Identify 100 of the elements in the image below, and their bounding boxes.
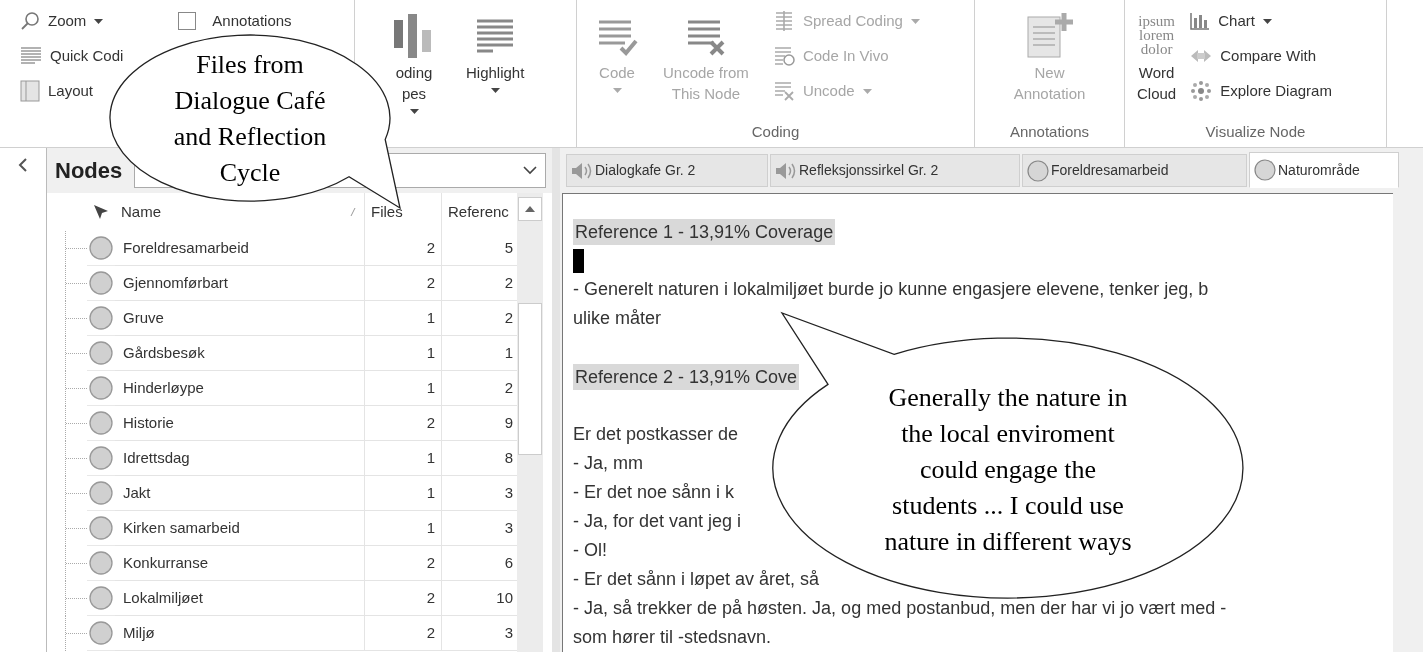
ribbon-button[interactable]: Layout [20,80,94,102]
table-cell-text: 2 [504,272,513,293]
ribbon-button[interactable]: Highlight [466,10,525,121]
group-label: Annotations [1008,122,1091,142]
node-circle-icon [89,446,113,470]
ribbon-button[interactable]: ipsum lorem dolor Word Cloud [1137,10,1177,121]
lines-icon [477,19,514,53]
transcript-line: - Ol! [573,539,607,562]
word-cloud-icon: ipsum lorem dolor [1138,10,1175,62]
node-circle-icon [89,551,113,575]
table-cell-text: 10 [496,587,513,608]
node-circle-icon [1254,159,1276,181]
table-cell-text: Historie [123,412,174,433]
table-cell-text: 2 [426,412,435,433]
callout-text: Files from Dialogue Café and Reflection Cycle [173,49,327,189]
table-cell-text: Jakt [123,482,151,503]
lines-icon [20,46,42,66]
node-circle-icon [89,516,113,540]
ribbon-button[interactable]: Quick Codi [20,45,124,67]
table-cell-text: 1 [426,447,435,468]
document-tab[interactable]: Dialogkafe Gr. 2 [566,154,768,187]
checkbox[interactable] [178,12,197,30]
document-tab[interactable]: Naturområde [1249,152,1399,188]
ribbon-button[interactable]: Compare With [1190,45,1317,67]
table-cell-text: 2 [426,237,435,258]
table-cell-text: 2 [426,272,435,293]
transcript-line: - Generelt naturen i lokalmiljøet burde jo kunne engasjere elevene, tenker jeg, b [573,278,1209,301]
table-cell-text: Hinderløype [123,377,204,398]
ribbon-button[interactable]: oding pes [390,10,438,121]
table-cell-text: 1 [426,377,435,398]
cross-lines-icon [772,81,795,101]
table-cell-text: Gjennomførbart [123,272,229,293]
table-cell-text: Idrettsdag [123,447,190,468]
transcript-line: - Er det sånn i løpet av året, så [573,568,820,591]
dots-cluster-icon [1190,80,1213,102]
table-cell-text: 1 [426,482,435,503]
pin-icon[interactable] [92,203,110,221]
table-cell-text: Kirken samarbeid [123,517,240,538]
table-cell-text: 3 [504,482,513,503]
table-cell-text: 8 [504,447,513,468]
table-cell-text: 2 [426,587,435,608]
speaker-icon [775,161,797,180]
node-circle-icon [89,341,113,365]
scroll-thumb[interactable] [518,303,542,455]
up-arrow-icon [525,206,535,212]
table-cell-text: 3 [504,517,513,538]
table-cell-text: Gårdsbesøk [123,342,205,363]
callout-text: Generally the nature in the local enviroment could engage the students ... I could use nature in different ways [884,382,1132,558]
group-label: Coding [750,122,801,142]
panel-title: Nodes [55,157,123,185]
node-circle-icon [89,271,113,295]
node-circle-icon [89,411,113,435]
node-circle-icon [89,376,113,400]
sort-indicator-icon [350,208,356,216]
table-cell-text: 1 [426,517,435,538]
text-cursor [573,248,584,273]
node-circle-icon [89,306,113,330]
scroll-up-button[interactable] [518,197,542,221]
transcript-line: Er det postkasser de [573,423,739,446]
collapse-chevron-icon[interactable] [18,158,28,172]
node-circle-icon [89,621,113,645]
table-cell-text: Konkurranse [123,552,209,573]
layout-icon [20,80,40,102]
checkbox-label: Annotations [212,10,292,31]
transcript-line: som hører til -stedsnavn. [573,626,772,649]
chevron-down-icon [523,166,537,175]
ribbon-button[interactable]: Chart [1190,10,1272,32]
table-cell-text: 1 [426,342,435,363]
transcript-line: - Ja, for det vant jeg i [573,510,742,533]
ribbon-button[interactable]: Explore Diagram [1190,80,1332,102]
compare-arrows-icon [1190,48,1213,64]
transcript-line: - Ja, så trekker de på høsten. Ja, og med postanbud, men der har vi jo vært med - [573,597,1227,620]
table-cell-text: 9 [504,412,513,433]
speaker-icon [571,161,593,180]
table-cell-text: Gruve [123,307,164,328]
scrollbar[interactable] [517,193,543,652]
reference-heading: Reference 2 - 13,91% Cove [573,363,800,390]
node-circle-icon [89,236,113,260]
table-cell-text: 6 [504,552,513,573]
table-cell-text: 3 [504,622,513,643]
table-cell-text: 2 [426,622,435,643]
table-cell-text: 5 [504,237,513,258]
reference-heading: Reference 1 - 13,91% Coverage [573,218,836,245]
table-cell-text: Miljø [123,622,155,643]
document-tab[interactable]: Foreldresamarbeid [1022,154,1247,187]
transcript-line: ulike måter [573,307,662,330]
search-icon [20,11,40,31]
table-cell-text: 2 [504,377,513,398]
column-header[interactable]: Referenc [448,200,509,224]
node-circle-icon [89,586,113,610]
document-tab[interactable]: Refleksjonssirkel Gr. 2 [770,154,1020,187]
ribbon-button[interactable]: Zoom [20,10,104,32]
transcript-line: - Ja, mm [573,452,643,475]
node-circle-icon [89,481,113,505]
group-label: Visualize Node [1204,122,1307,142]
document-plus-icon [1024,11,1075,61]
column-header[interactable]: Name [121,200,161,224]
clock-lines-icon [772,46,795,66]
column-header[interactable]: Files [371,200,403,224]
table-cell-text: 1 [504,342,513,363]
